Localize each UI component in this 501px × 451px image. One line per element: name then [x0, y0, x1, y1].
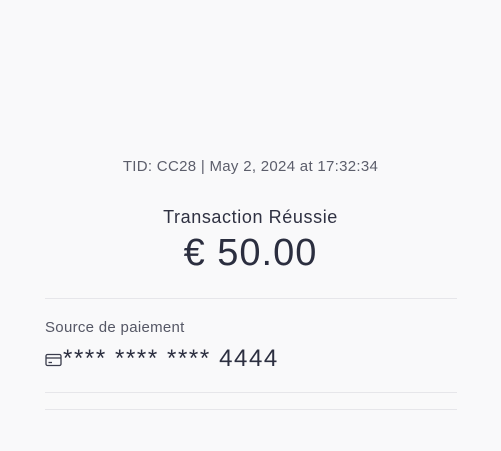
payment-card-row: **** **** **** 4444: [45, 344, 279, 374]
transaction-status: Transaction Réussie: [163, 207, 338, 227]
divider: [45, 392, 457, 393]
card-number: **** **** **** 4444: [63, 345, 279, 372]
payment-source-label: Source de paiement: [45, 319, 185, 336]
credit-card-icon: [45, 352, 63, 368]
divider: [45, 409, 457, 410]
divider: [45, 298, 457, 299]
transaction-amount: € 50.00: [183, 232, 318, 274]
transaction-id-line: TID: CC28 | May 2, 2024 at 17:32:34: [122, 158, 379, 175]
